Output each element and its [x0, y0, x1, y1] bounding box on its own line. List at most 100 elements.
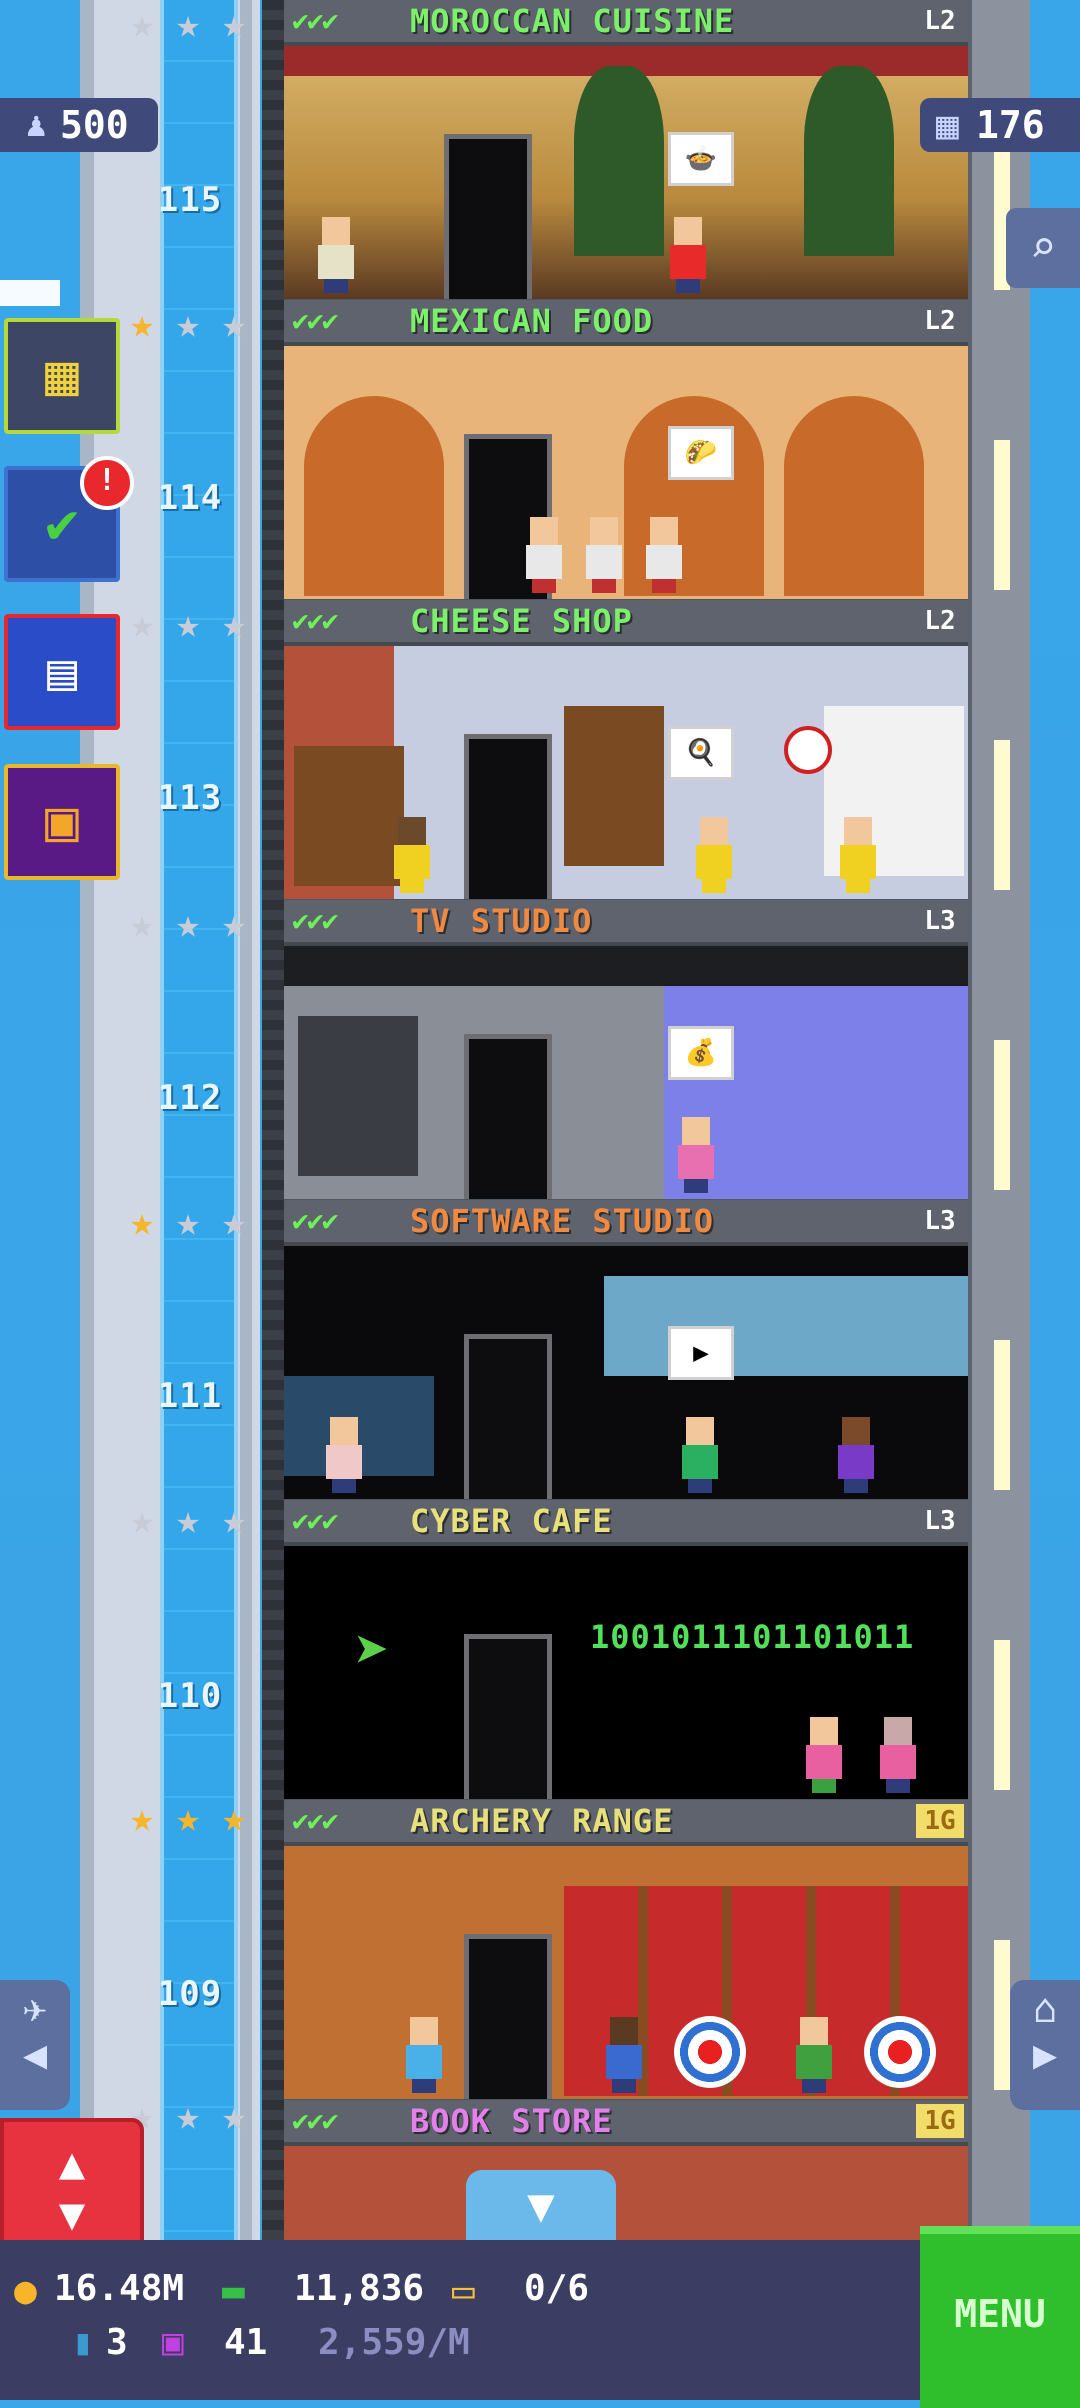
room-interior: 🌮 [284, 346, 968, 599]
tower-right-column [968, 0, 1030, 2240]
floor-level: L2 [924, 6, 956, 36]
person[interactable] [392, 817, 432, 893]
person[interactable] [524, 517, 564, 593]
bux-value: 11,836 [294, 2268, 425, 2309]
floor-stars: ★ ★ ★ [122, 304, 256, 344]
calendar-icon: ▤ [46, 643, 78, 701]
window-light [994, 440, 1010, 590]
person[interactable] [804, 1717, 844, 1793]
room-interior [284, 2146, 968, 2240]
floor-cheese-shop[interactable]: ✔✔✔ CHEESE SHOP L2 🍳 [284, 600, 968, 899]
menu-button[interactable]: MENU [920, 2226, 1080, 2408]
person[interactable] [694, 817, 734, 893]
floor-archery-range[interactable]: ✔✔✔ ARCHERY RANGE 1G [284, 1800, 968, 2099]
person[interactable] [676, 1117, 716, 1193]
thought-bubble: 🌮 [668, 426, 734, 480]
cursor-icon: ➤ [354, 1616, 391, 1686]
chevron-down-icon: ▼ [58, 2189, 86, 2240]
residence-nav-button[interactable]: ⌂ ▶ [1010, 1980, 1080, 2110]
window-light [994, 740, 1010, 890]
coin-icon: ● [14, 2268, 37, 2312]
calendar-button[interactable]: ▤ [4, 614, 120, 730]
search-icon[interactable]: ⌕ [1006, 208, 1080, 288]
floor-stars: ★ ★ ★ [122, 1500, 256, 1540]
bux-icon: ▬ [222, 2268, 245, 2312]
cloud [0, 280, 60, 306]
floor-level: L3 [924, 1506, 956, 1536]
silver-star-icon: ★ [175, 1199, 201, 1245]
gold-star-icon: ★ [129, 1199, 155, 1245]
floor-software-studio[interactable]: ✔✔✔ SOFTWARE STUDIO L3 ▶ [284, 1200, 968, 1499]
silver-star-icon: ★ [175, 301, 201, 347]
silver-star-icon: ★ [175, 1, 201, 47]
person[interactable] [404, 2017, 444, 2093]
floor-name: CHEESE SHOP [410, 602, 633, 640]
floor-stars: ★ ★ ★ [122, 1798, 256, 1838]
silver-star-icon: ★ [221, 301, 247, 347]
floor-banner: ✔✔✔ MOROCCAN CUISINE L2 [284, 0, 968, 46]
person[interactable] [838, 817, 878, 893]
person[interactable] [836, 1417, 876, 1493]
check-icons: ✔✔✔ [292, 2104, 339, 2137]
population-value: 500 [60, 103, 129, 147]
coins-value: 16.48M [54, 2268, 185, 2309]
door [464, 1034, 552, 1199]
lobby-nav-button[interactable]: ✈ ◀ [0, 1980, 70, 2110]
chevron-left-icon: ◀ [22, 2032, 48, 2078]
thought-bubble: 💰 [668, 1026, 734, 1080]
person[interactable] [604, 2017, 644, 2093]
floor-name: CYBER CAFE [410, 1502, 613, 1540]
room-interior [284, 1846, 968, 2099]
person[interactable] [644, 517, 684, 593]
floor-name: ARCHERY RANGE [410, 1802, 674, 1840]
rate-value: 2,559/M [318, 2322, 470, 2363]
floor-moroccan-cuisine[interactable]: ✔✔✔ MOROCCAN CUISINE L2 🍲 [284, 0, 968, 299]
ticket-icon: ▭ [452, 2268, 475, 2312]
elevator-level-value: 3 [106, 2322, 128, 2363]
floor-banner: ✔✔✔ MEXICAN FOOD L2 [284, 300, 968, 346]
floor-level: 1G [916, 1804, 964, 1838]
gold-star-icon: ★ [129, 1795, 155, 1841]
floor-stars: ★ ★ ★ [122, 4, 256, 44]
window-light [994, 1940, 1010, 2090]
gift-button[interactable]: ▣ [4, 764, 120, 880]
door [444, 134, 532, 299]
bottom-hud: ● 16.48M ▬ 11,836 ▭ 0/6 ▮ 3 ▣ 41 2,559/M [0, 2240, 1080, 2400]
room-interior: 🍳 [284, 646, 968, 899]
binary-text: 1001011101101011 [590, 1618, 915, 1656]
person[interactable] [668, 217, 708, 293]
elevator-button[interactable]: ▲ ▼ [0, 2118, 144, 2248]
silver-star-icon: ★ [129, 901, 155, 947]
floor-banner: ✔✔✔ ARCHERY RANGE 1G [284, 1800, 968, 1846]
person[interactable] [584, 517, 624, 593]
floor-mexican-food[interactable]: ✔✔✔ MEXICAN FOOD L2 🌮 [284, 300, 968, 599]
build-floor-button[interactable]: ▦ [4, 318, 120, 434]
floor-number: 112 [157, 1078, 223, 1118]
person[interactable] [680, 1417, 720, 1493]
silver-star-icon: ★ [221, 2093, 247, 2139]
scroll-down-button[interactable]: ▼ [466, 2170, 616, 2240]
floor-banner: ✔✔✔ TV STUDIO L3 [284, 900, 968, 946]
floor-tv-studio[interactable]: ✔✔✔ TV STUDIO L3 💰 [284, 900, 968, 1199]
silver-star-icon: ★ [129, 601, 155, 647]
person[interactable] [878, 1717, 918, 1793]
building-icon: ▦ [936, 103, 959, 147]
floor-number: 114 [157, 478, 223, 518]
check-icons: ✔✔✔ [292, 604, 339, 637]
floor-book-store[interactable]: ✔✔✔ BOOK STORE 1G [284, 2100, 968, 2240]
gold-star-icon: ★ [175, 1795, 201, 1841]
person[interactable] [316, 217, 356, 293]
target-icon [864, 2016, 936, 2088]
floor-name: MOROCCAN CUISINE [410, 2, 735, 40]
person[interactable] [324, 1417, 364, 1493]
floor-cyber-cafe[interactable]: ✔✔✔ CYBER CAFE L3 ➤ 1001011101101011 [284, 1500, 968, 1799]
door [464, 1334, 552, 1499]
vip-icon: ▣ [162, 2322, 184, 2363]
floor-number: 109 [157, 1974, 223, 2014]
missions-button[interactable]: ✔ ! [4, 456, 134, 582]
check-icons: ✔✔✔ [292, 1504, 339, 1537]
floor-count-counter[interactable]: ▦ 176 [920, 98, 1080, 152]
person[interactable] [794, 2017, 834, 2093]
floor-name: MEXICAN FOOD [410, 302, 654, 340]
population-counter[interactable]: ♟ 500 [0, 98, 158, 152]
